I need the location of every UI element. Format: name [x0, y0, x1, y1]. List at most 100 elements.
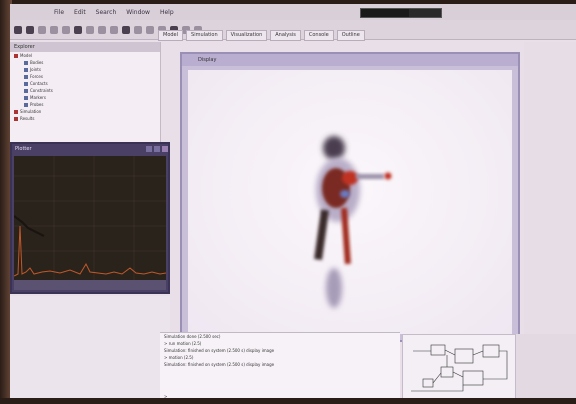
rotate-icon[interactable]: [122, 25, 130, 34]
viewer-titlebar[interactable]: Display: [182, 54, 518, 66]
console-line: > run motion (2.5): [164, 341, 202, 346]
zoom-in-icon[interactable]: [98, 25, 106, 34]
tree-item-label: Contacts: [30, 81, 48, 86]
tree-item[interactable]: Simulation: [10, 108, 160, 115]
viewer-title: Display: [198, 57, 217, 63]
diagram-block: [454, 348, 474, 364]
figure-leg-left: [314, 209, 329, 261]
plot-window: Plotter: [10, 142, 170, 294]
plot-title: Plotter: [15, 146, 32, 152]
console-line: > motion (2.5): [164, 355, 194, 360]
figure-shoulder: [342, 171, 358, 185]
tab-simulation[interactable]: Simulation: [186, 30, 223, 41]
tab-model[interactable]: Model: [158, 30, 184, 41]
explorer-panel: Explorer Model Bodies Joints Forces Contacts…: [10, 42, 161, 154]
tree-item-label: Constraints: [30, 88, 53, 93]
menu-window[interactable]: Window: [126, 9, 150, 16]
folder-icon: [14, 109, 18, 114]
tree-item-label: Results: [20, 116, 35, 121]
block-diagram-svg: [411, 344, 508, 392]
console-line: Simulation done (2.500 sec): [164, 334, 221, 339]
diagram-connector: [483, 350, 508, 380]
figure-arm: [356, 174, 384, 179]
progress-fill: [361, 9, 409, 17]
viewer-canvas[interactable]: [188, 70, 512, 334]
open-icon[interactable]: [26, 25, 34, 34]
diagram-block: [462, 370, 484, 386]
folder-icon: [14, 116, 18, 121]
undo-icon[interactable]: [50, 25, 58, 34]
contact-icon: [24, 81, 28, 86]
joint-icon: [24, 67, 28, 72]
redo-icon[interactable]: [62, 25, 70, 34]
right-panel: [524, 42, 576, 342]
tree-item[interactable]: Model: [10, 52, 160, 59]
new-icon[interactable]: [14, 25, 22, 34]
editor-tabs: Model Simulation Visualization Analysis …: [158, 30, 365, 41]
tab-visualization[interactable]: Visualization: [225, 30, 268, 41]
console-panel: Simulation done (2.500 sec) > run motion…: [160, 332, 400, 400]
diagram-block: [482, 344, 500, 358]
tree-item[interactable]: Results: [10, 115, 160, 122]
menu-help[interactable]: Help: [160, 9, 174, 16]
marker-icon: [24, 95, 28, 100]
progress-bar: [360, 8, 442, 18]
close-icon[interactable]: [162, 146, 168, 152]
menu-bar: File Edit Search Window Help: [10, 4, 576, 20]
tab-analysis[interactable]: Analysis: [270, 30, 301, 41]
console-line: Simulation: finished on system (2.500 s)…: [164, 362, 275, 367]
tree-item-label: Forces: [30, 74, 43, 79]
menu-search[interactable]: Search: [96, 9, 117, 16]
tree-item-label: Model: [20, 53, 33, 58]
fit-icon[interactable]: [146, 25, 154, 34]
tab-console[interactable]: Console: [303, 30, 334, 41]
diagram-connector: [444, 349, 456, 356]
figure-hand: [384, 172, 392, 180]
tree-item-label: Simulation: [20, 109, 42, 114]
explorer-tree: Model Bodies Joints Forces Contacts Constrain…: [10, 52, 160, 122]
figure-shin: [326, 268, 342, 308]
pan-icon[interactable]: [134, 25, 142, 34]
tree-item-label: Probes: [30, 102, 44, 107]
tree-item[interactable]: Contacts: [10, 80, 160, 87]
diagram-connector: [411, 385, 464, 392]
plot-titlebar[interactable]: Plotter: [12, 144, 168, 154]
diagram-connector: [432, 372, 442, 384]
figure-svg: [314, 136, 392, 308]
force-icon: [24, 74, 28, 79]
plot-area[interactable]: [13, 156, 167, 280]
menu-file[interactable]: File: [54, 9, 64, 16]
diagram-block: [422, 378, 434, 388]
save-icon[interactable]: [38, 25, 46, 34]
viewer-window: Display: [180, 52, 520, 342]
photo-edge-bottom: [0, 398, 576, 404]
constraint-icon: [24, 88, 28, 93]
tree-item[interactable]: Constraints: [10, 87, 160, 94]
figure-marker: [340, 190, 350, 198]
play-icon[interactable]: [74, 25, 82, 34]
tree-item[interactable]: Probes: [10, 101, 160, 108]
tree-item-label: Markers: [30, 95, 46, 100]
maximize-icon[interactable]: [154, 146, 160, 152]
menu-edit[interactable]: Edit: [74, 9, 86, 16]
tree-item[interactable]: Bodies: [10, 59, 160, 66]
tree-item-label: Joints: [30, 67, 41, 72]
diagram-connector: [472, 350, 484, 356]
console-line: Simulation: finished on system (2.500 s)…: [164, 348, 275, 353]
folder-icon: [14, 53, 18, 58]
minimize-icon[interactable]: [146, 146, 152, 152]
tree-item[interactable]: Joints: [10, 66, 160, 73]
tab-outline[interactable]: Outline: [336, 30, 365, 41]
zoom-out-icon[interactable]: [110, 25, 118, 34]
diagram-block: [440, 366, 454, 378]
tree-item-label: Bodies: [30, 60, 44, 65]
tree-item[interactable]: Forces: [10, 73, 160, 80]
body-icon: [24, 60, 28, 65]
block-diagram-panel: [402, 334, 516, 400]
plot-statusbar: [14, 280, 166, 290]
diagram-connector: [452, 371, 464, 378]
tree-item[interactable]: Markers: [10, 94, 160, 101]
stop-icon[interactable]: [86, 25, 94, 34]
diagram-side-panel: [516, 334, 576, 400]
diagram-block: [430, 344, 446, 356]
